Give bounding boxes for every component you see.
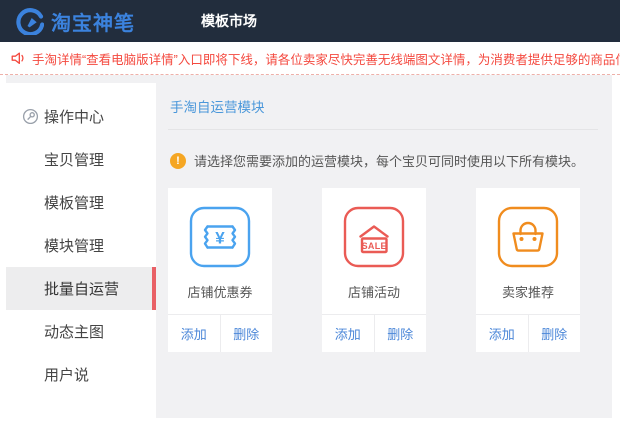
announcement-bar: 手淘详情“查看电脑版详情”入口即将下线，请各位卖家尽快完善无线端图文详情，为消费… [0, 42, 620, 75]
notice-text: 请选择您需要添加的运营模块，每个宝贝可同时使用以下所有模块。 [194, 151, 584, 170]
sidebar-item-user-reviews[interactable]: 用户说 [6, 353, 156, 396]
content-wrapper: 操作中心 宝贝管理 模板管理 模块管理 批量自运营 动态主图 用户说 手淘自运 [6, 75, 612, 418]
card-footer: 添加 删除 [476, 314, 580, 352]
operation-center-icon [22, 108, 39, 125]
card-footer: 添加 删除 [322, 314, 426, 352]
pen-circle-icon [16, 7, 44, 35]
add-button[interactable]: 添加 [322, 315, 375, 352]
basket-dot [520, 237, 524, 241]
megaphone-icon [10, 50, 26, 66]
app-logo[interactable]: 淘宝神笔 [16, 7, 135, 36]
sale-sign-icon: SALE [343, 206, 405, 268]
shopping-basket-icon [497, 206, 559, 268]
sidebar-item-dynamic-main-image[interactable]: 动态主图 [6, 310, 156, 353]
card-label: 店铺活动 [322, 282, 426, 301]
coupon-yuan-symbol: ¥ [215, 229, 225, 248]
announcement-text: 手淘详情“查看电脑版详情”入口即将下线，请各位卖家尽快完善无线端图文详情，为消费… [32, 49, 620, 68]
card-shop-activity: SALE 店铺活动 添加 删除 [322, 188, 426, 352]
sidebar-item-label: 模块管理 [44, 235, 104, 256]
sidebar-item-label: 操作中心 [44, 106, 104, 127]
sale-text: SALE [362, 241, 387, 251]
add-button[interactable]: 添加 [168, 315, 221, 352]
card-seller-recommendation: 卖家推荐 添加 删除 [476, 188, 580, 352]
exclamation-circle-icon: ! [170, 153, 186, 169]
sidebar-item-operation-center[interactable]: 操作中心 [6, 95, 156, 138]
sidebar-item-label: 批量自运营 [44, 278, 119, 299]
card-label: 卖家推荐 [476, 282, 580, 301]
section-title: 手淘自运营模块 [168, 75, 598, 130]
nav-template-market[interactable]: 模板市场 [201, 11, 257, 31]
coupon-icon: ¥ [189, 206, 251, 268]
sidebar-item-label: 用户说 [44, 364, 89, 385]
card-shop-coupon: ¥ 店铺优惠券 添加 删除 [168, 188, 272, 352]
sidebar-item-batch-self-operation[interactable]: 批量自运营 [6, 267, 156, 310]
app-window: 淘宝神笔 模板市场 手淘详情“查看电脑版详情”入口即将下线，请各位卖家尽快完善无… [0, 0, 620, 435]
sidebar-item-module-management[interactable]: 模块管理 [6, 224, 156, 267]
top-header-bar: 淘宝神笔 模板市场 [0, 0, 620, 42]
sidebar-item-label: 模板管理 [44, 192, 104, 213]
sidebar-item-template-management[interactable]: 模板管理 [6, 181, 156, 224]
basket-dot [533, 237, 537, 241]
main-content: 手淘自运营模块 ! 请选择您需要添加的运营模块，每个宝贝可同时使用以下所有模块。 [156, 75, 612, 418]
delete-button[interactable]: 删除 [529, 315, 581, 352]
add-button[interactable]: 添加 [476, 315, 529, 352]
delete-button[interactable]: 删除 [221, 315, 273, 352]
card-footer: 添加 删除 [168, 314, 272, 352]
module-cards: ¥ 店铺优惠券 添加 删除 [168, 188, 598, 352]
delete-button[interactable]: 删除 [375, 315, 427, 352]
sidebar-item-item-management[interactable]: 宝贝管理 [6, 138, 156, 181]
logo-text: 淘宝神笔 [51, 7, 135, 36]
sidebar-item-label: 动态主图 [44, 321, 104, 342]
sidebar-menu: 操作中心 宝贝管理 模板管理 模块管理 批量自运营 动态主图 用户说 [6, 83, 156, 418]
notice-row: ! 请选择您需要添加的运营模块，每个宝贝可同时使用以下所有模块。 [168, 151, 598, 170]
sidebar-item-label: 宝贝管理 [44, 149, 104, 170]
card-label: 店铺优惠券 [168, 282, 272, 301]
